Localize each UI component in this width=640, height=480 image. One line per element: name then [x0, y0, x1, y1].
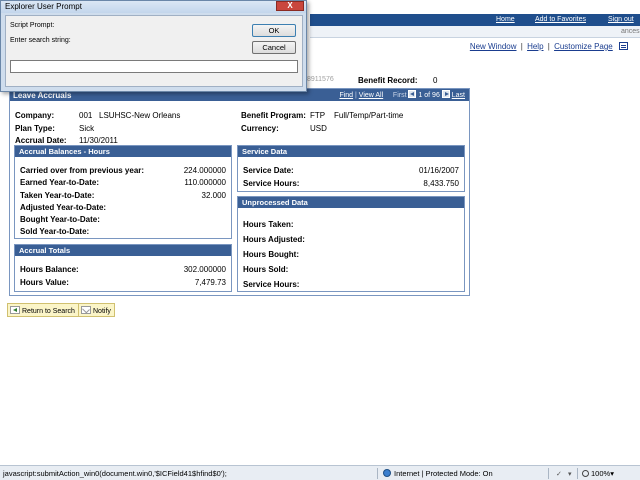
accrual-date-label: Accrual Date: [15, 136, 67, 145]
earned-ytd-value: 110.000000 [184, 178, 226, 187]
cancel-button[interactable]: Cancel [252, 41, 296, 54]
bought-ytd-label: Bought Year-to-Date: [20, 215, 100, 224]
hours-bought-label: Hours Bought: [243, 250, 299, 259]
next-icon[interactable] [441, 90, 450, 98]
last-link[interactable]: Last [452, 92, 465, 99]
status-divider [377, 468, 378, 479]
top-nav-bar: Home Add to Favorites Sign out [310, 14, 640, 26]
service-hours-label: Service Hours: [243, 179, 300, 188]
security-zone[interactable]: Internet | Protected Mode: On [383, 469, 493, 478]
view-all-link[interactable]: View All [359, 92, 383, 99]
notify-label: Notify [93, 308, 111, 315]
sold-ytd-label: Sold Year-to-Date: [20, 227, 90, 236]
spreadsheet-icon[interactable] [619, 42, 628, 50]
zoom-value: 100% [591, 469, 611, 478]
zoom-dropdown-icon: ▾ [610, 469, 614, 478]
home-link[interactable]: Home [496, 16, 515, 23]
unprocessed-data-box: Unprocessed Data Hours Taken: Hours Adju… [237, 196, 465, 292]
help-link[interactable]: Help [527, 42, 543, 51]
company-code: 001 [79, 111, 93, 120]
hours-value-label: Hours Value: [20, 278, 69, 287]
return-to-search-button[interactable]: Return to Search [7, 303, 79, 317]
globe-icon [383, 469, 391, 477]
hours-balance-value: 302.000000 [183, 265, 226, 274]
security-zone-label: Internet | Protected Mode: On [394, 469, 493, 478]
accrual-balances-title: Accrual Balances - Hours [15, 146, 231, 157]
link-separator: | [547, 42, 550, 51]
close-icon[interactable]: X [276, 1, 304, 11]
notify-button[interactable]: Notify [78, 303, 115, 317]
zoom-level[interactable]: 100%▾ [582, 469, 614, 478]
accrual-balances-box: Accrual Balances - Hours Carried over fr… [14, 145, 232, 239]
status-divider [577, 468, 578, 479]
find-link[interactable]: Find [339, 92, 353, 99]
company-name: LSUHSC-New Orleans [99, 111, 181, 120]
accrual-totals-box: Accrual Totals Hours Balance: 302.000000… [14, 244, 232, 292]
panel-navigation: Find | View All First 1 of 96 Last [339, 90, 465, 99]
link-separator: | [520, 42, 523, 51]
record-position: 1 of 96 [418, 92, 440, 99]
benefit-program-code: FTP [310, 111, 326, 120]
accrual-date-value: 11/30/2011 [79, 136, 118, 145]
return-to-search-label: Return to Search [22, 308, 75, 315]
hours-balance-label: Hours Balance: [20, 265, 79, 274]
carried-over-label: Carried over from previous year: [20, 166, 145, 175]
return-arrow-icon [10, 306, 20, 314]
service-data-box: Service Data Service Date: 01/16/2007 Se… [237, 145, 465, 192]
envelope-icon [81, 306, 91, 314]
company-label: Company: [15, 111, 55, 120]
accrual-totals-title: Accrual Totals [15, 245, 231, 256]
dialog-title: Explorer User Prompt [5, 2, 82, 11]
earned-ytd-label: Earned Year-to-Date: [20, 178, 99, 187]
leave-accruals-panel: Leave Accruals Find | View All First 1 o… [9, 88, 470, 296]
service-data-title: Service Data [238, 146, 464, 157]
top-nav-subbar: ances [310, 26, 640, 38]
hours-sold-label: Hours Sold: [243, 265, 289, 274]
previous-icon[interactable] [408, 90, 417, 98]
dialog-title-bar: Explorer User Prompt X [1, 1, 306, 13]
hours-taken-label: Hours Taken: [243, 220, 294, 229]
browser-status-bar: javascript:submitAction_win0(document.wi… [0, 465, 640, 480]
customize-page-link[interactable]: Customize Page [554, 42, 613, 51]
new-window-link[interactable]: New Window [470, 42, 517, 51]
blurred-employee-id: 8911576 [307, 76, 334, 83]
hours-adjusted-label: Hours Adjusted: [243, 235, 305, 244]
hours-value-value: 7,479.73 [194, 278, 226, 287]
search-string-input[interactable] [10, 60, 298, 73]
taken-ytd-label: Taken Year-to-Date: [20, 191, 95, 200]
magnifier-icon [582, 470, 589, 477]
currency-value: USD [310, 124, 327, 133]
benefit-program-label: Benefit Program: [241, 111, 306, 120]
ok-button[interactable]: OK [252, 24, 296, 37]
first-label: First [392, 92, 407, 99]
page-links: New Window | Help | Customize Page [470, 42, 628, 51]
protected-mode-icon[interactable]: ✓ [556, 470, 562, 478]
panel-title: Leave Accruals [13, 91, 72, 100]
status-divider [548, 468, 549, 479]
script-prompt-label: Script Prompt: [10, 22, 55, 29]
plan-type-label: Plan Type: [15, 124, 55, 133]
benefit-program-name: Full/Temp/Part-time [334, 111, 404, 120]
obscured-nav-text: ances [621, 28, 640, 35]
enter-search-label: Enter search string: [10, 37, 71, 44]
taken-ytd-value: 32.000 [201, 191, 226, 200]
benefit-record-value: 0 [433, 76, 438, 85]
status-url: javascript:submitAction_win0(document.wi… [3, 469, 227, 478]
explorer-user-prompt-dialog: Explorer User Prompt X Script Prompt: En… [0, 0, 307, 92]
service-date-value: 01/16/2007 [418, 166, 459, 175]
adjusted-ytd-label: Adjusted Year-to-Date: [20, 203, 107, 212]
unprocessed-service-hours-label: Service Hours: [243, 280, 300, 289]
carried-over-value: 224.000000 [183, 166, 226, 175]
add-to-favorites-link[interactable]: Add to Favorites [535, 16, 586, 23]
unprocessed-data-title: Unprocessed Data [238, 197, 464, 208]
service-hours-value: 8,433.750 [423, 179, 459, 188]
benefit-record-label: Benefit Record: [358, 76, 418, 85]
sign-out-link[interactable]: Sign out [608, 16, 634, 23]
zoom-arrow-icon[interactable]: ▾ [568, 470, 572, 478]
currency-label: Currency: [241, 124, 279, 133]
plan-type-value: Sick [79, 124, 95, 133]
dialog-body: Script Prompt: Enter search string: OK C… [5, 15, 303, 87]
service-date-label: Service Date: [243, 166, 294, 175]
